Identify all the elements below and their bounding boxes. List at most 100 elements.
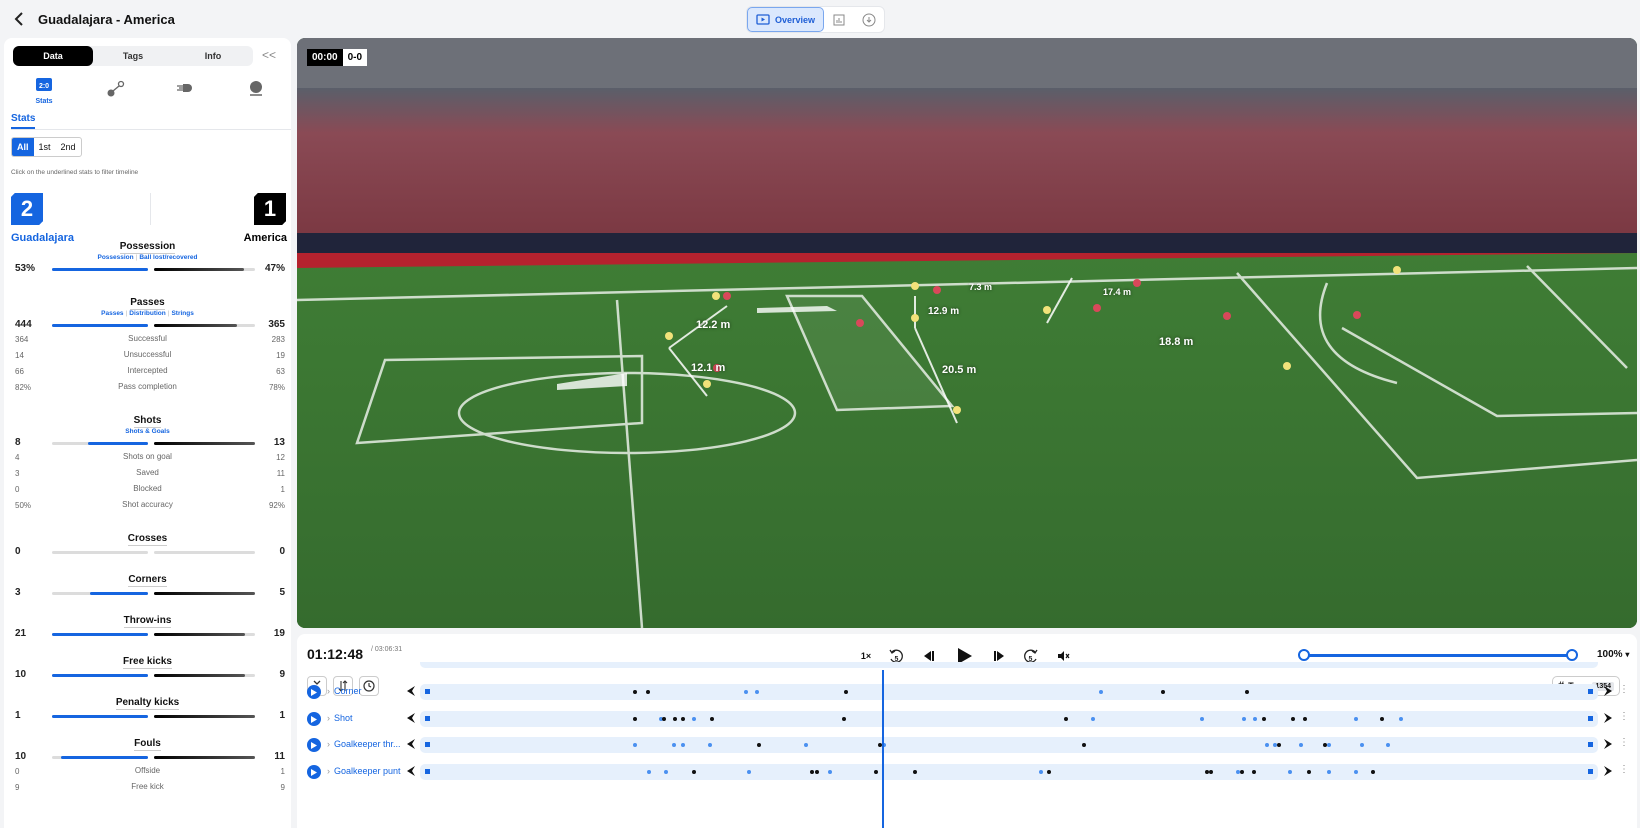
event-marker[interactable] bbox=[844, 690, 849, 694]
collapse-panel-button[interactable]: << bbox=[262, 48, 276, 62]
away-value[interactable]: 12 bbox=[276, 453, 285, 462]
away-value[interactable]: 19 bbox=[274, 628, 285, 639]
event-marker[interactable] bbox=[757, 743, 762, 747]
event-marker[interactable] bbox=[1290, 717, 1295, 721]
back-button[interactable] bbox=[10, 9, 30, 29]
timeline-track[interactable] bbox=[420, 684, 1598, 700]
event-marker[interactable] bbox=[1064, 717, 1069, 721]
home-value[interactable]: 1 bbox=[15, 710, 21, 721]
previous-event-button[interactable] bbox=[406, 737, 416, 756]
expand-chevron-icon[interactable]: › bbox=[327, 713, 330, 723]
download-button[interactable] bbox=[854, 7, 884, 32]
event-marker[interactable] bbox=[710, 717, 715, 721]
event-marker[interactable] bbox=[1371, 770, 1376, 774]
event-marker[interactable] bbox=[691, 770, 696, 774]
expand-chevron-icon[interactable]: › bbox=[327, 686, 330, 696]
previous-event-button[interactable] bbox=[406, 684, 416, 703]
event-marker[interactable] bbox=[1385, 743, 1390, 747]
event-marker[interactable] bbox=[1038, 770, 1043, 774]
event-marker[interactable] bbox=[1090, 717, 1095, 721]
event-marker[interactable] bbox=[1242, 717, 1247, 721]
event-marker[interactable] bbox=[1298, 743, 1303, 747]
event-marker[interactable] bbox=[1287, 770, 1292, 774]
timeline-row-label[interactable]: Goalkeeper punt bbox=[334, 766, 401, 776]
event-marker[interactable] bbox=[1253, 717, 1258, 721]
category-player[interactable] bbox=[236, 79, 276, 102]
link-passes[interactable]: Passes bbox=[101, 310, 123, 317]
tab-info[interactable]: Info bbox=[173, 46, 253, 66]
event-marker[interactable] bbox=[646, 690, 651, 694]
home-value[interactable]: 10 bbox=[15, 751, 26, 762]
event-marker[interactable] bbox=[1399, 717, 1404, 721]
event-marker[interactable] bbox=[809, 770, 814, 774]
home-value[interactable]: 10 bbox=[15, 669, 26, 680]
event-marker[interactable] bbox=[1099, 690, 1103, 694]
next-event-button[interactable] bbox=[1603, 764, 1613, 783]
event-marker[interactable] bbox=[1262, 717, 1267, 721]
event-marker[interactable] bbox=[1160, 690, 1165, 694]
more-options-icon[interactable]: ⋮ bbox=[1619, 764, 1629, 775]
away-value[interactable]: 9 bbox=[279, 669, 285, 680]
event-marker[interactable] bbox=[754, 690, 759, 694]
previous-event-button[interactable] bbox=[406, 764, 416, 783]
away-value[interactable]: 5 bbox=[279, 587, 285, 598]
timeline-track[interactable] bbox=[420, 737, 1598, 753]
zoom-end-handle[interactable] bbox=[1566, 649, 1578, 661]
event-marker[interactable] bbox=[1251, 770, 1256, 774]
event-marker[interactable] bbox=[647, 770, 652, 774]
away-value[interactable]: 1 bbox=[279, 710, 285, 721]
play-row-button[interactable] bbox=[307, 685, 321, 699]
away-value[interactable]: 11 bbox=[277, 469, 285, 478]
video-player[interactable]: 00:00 0-0 12.2 m 12.1 m 7.3 m 12.9 m 20.… bbox=[297, 38, 1637, 628]
timeline-row-label[interactable]: Shot bbox=[334, 713, 353, 723]
report-button[interactable] bbox=[824, 7, 854, 32]
period-all[interactable]: All bbox=[12, 138, 34, 156]
event-marker[interactable] bbox=[1081, 743, 1086, 747]
home-value[interactable]: 444 bbox=[15, 319, 32, 330]
event-marker[interactable] bbox=[828, 770, 833, 774]
event-marker[interactable] bbox=[1353, 770, 1358, 774]
event-marker[interactable] bbox=[1208, 770, 1213, 774]
tab-data[interactable]: Data bbox=[13, 46, 93, 66]
event-marker[interactable] bbox=[912, 770, 917, 774]
away-value[interactable]: 11 bbox=[274, 751, 285, 762]
event-marker[interactable] bbox=[662, 717, 667, 721]
zoom-dropdown[interactable]: 100% ▾ bbox=[1597, 649, 1629, 660]
category-passing[interactable] bbox=[96, 80, 136, 103]
event-marker[interactable] bbox=[1326, 770, 1331, 774]
expand-chevron-icon[interactable]: › bbox=[327, 766, 330, 776]
event-marker[interactable] bbox=[632, 690, 637, 694]
event-marker[interactable] bbox=[691, 717, 696, 721]
stats-section-tab[interactable]: Stats bbox=[11, 113, 36, 129]
event-marker[interactable] bbox=[1046, 770, 1051, 774]
away-value[interactable]: 19 bbox=[276, 351, 285, 360]
period-2nd[interactable]: 2nd bbox=[56, 138, 81, 156]
period-1st[interactable]: 1st bbox=[34, 138, 56, 156]
play-row-button[interactable] bbox=[307, 712, 321, 726]
event-marker[interactable] bbox=[1245, 690, 1250, 694]
away-value[interactable]: 1 bbox=[281, 767, 285, 776]
home-value[interactable]: 3 bbox=[15, 587, 21, 598]
away-value[interactable]: 13 bbox=[274, 437, 285, 448]
event-marker[interactable] bbox=[841, 717, 846, 721]
away-value[interactable]: 1 bbox=[281, 485, 285, 494]
away-value[interactable]: 365 bbox=[268, 319, 285, 330]
away-value[interactable]: 63 bbox=[276, 367, 285, 376]
event-marker[interactable] bbox=[814, 770, 819, 774]
tab-tags[interactable]: Tags bbox=[93, 46, 173, 66]
timeline-playhead[interactable] bbox=[881, 670, 884, 828]
timeline-track[interactable] bbox=[420, 764, 1598, 780]
event-marker[interactable] bbox=[804, 743, 809, 747]
timeline-row-label[interactable]: Goalkeeper thr... bbox=[334, 739, 401, 749]
next-event-button[interactable] bbox=[1603, 737, 1613, 756]
event-marker[interactable] bbox=[1302, 717, 1307, 721]
event-marker[interactable] bbox=[1326, 743, 1331, 747]
event-marker[interactable] bbox=[1239, 770, 1244, 774]
event-marker[interactable] bbox=[1265, 743, 1270, 747]
play-row-button[interactable] bbox=[307, 765, 321, 779]
event-marker[interactable] bbox=[671, 743, 676, 747]
zoom-range-slider[interactable] bbox=[1298, 649, 1578, 661]
event-marker[interactable] bbox=[743, 690, 748, 694]
link-ball-lost-recovered[interactable]: Ball lost/recovered bbox=[139, 254, 197, 261]
event-marker[interactable] bbox=[632, 717, 637, 721]
